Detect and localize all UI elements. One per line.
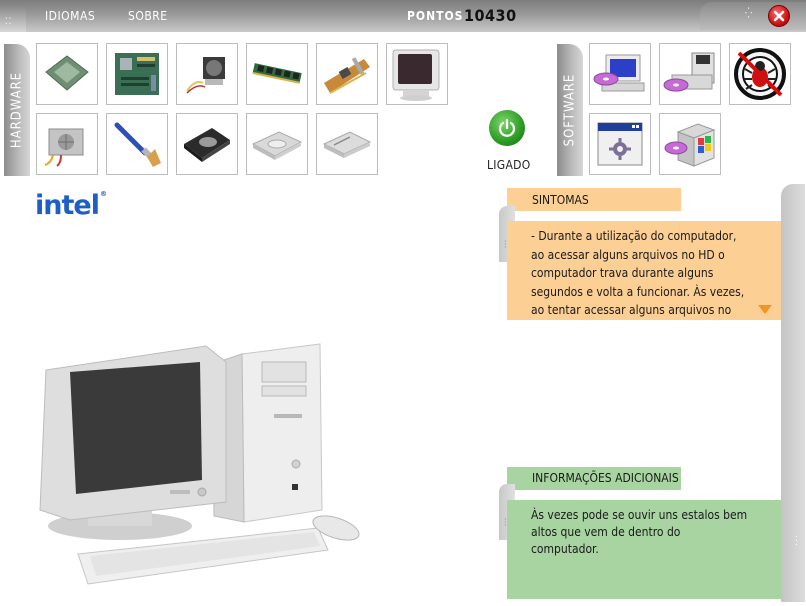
software-box-icon (664, 123, 716, 167)
menu-about[interactable]: SOBRE (128, 9, 168, 23)
power-supply-icon (44, 128, 84, 167)
software-item-box[interactable] (659, 113, 721, 175)
panel-scroll-rail[interactable]: · · · (781, 184, 805, 602)
software-item-antivirus[interactable] (729, 43, 791, 105)
hardware-item-motherboard[interactable] (106, 43, 168, 105)
monitor-button (197, 487, 207, 497)
tower-floppy-slot (274, 414, 302, 418)
menu-languages[interactable]: IDIOMAS (45, 9, 95, 23)
top-bar-left-cap (0, 6, 26, 32)
close-button[interactable] (768, 5, 790, 27)
cleaning-brush-icon (114, 122, 161, 167)
top-bar: ⁚⁚ IDIOMAS SOBRE PONTOS 10430 ⁛ (0, 0, 806, 32)
cd-drive-icon (251, 131, 303, 160)
cpu-icon (45, 55, 89, 91)
desktop-computer-illustration (39, 343, 360, 585)
cooler-fan-icon (186, 57, 225, 94)
hardware-item-brush[interactable] (106, 113, 168, 175)
computer-cd-install-icon (593, 54, 645, 92)
symptoms-title: SINTOMAS (507, 188, 681, 211)
window-gear-icon (597, 122, 643, 166)
software-tab-label: SOFTWARE (562, 73, 578, 147)
hardware-tab-label: HARDWARE (9, 71, 25, 149)
additional-info-title: INFORMAÇÕES ADICIONAIS (507, 467, 681, 490)
pci-card-icon (324, 57, 370, 94)
power-icon (498, 118, 516, 137)
hard-disk-icon (184, 128, 230, 162)
software-tab[interactable]: SOFTWARE (557, 44, 583, 176)
floppy-drive-icon (322, 131, 372, 158)
close-icon (773, 10, 785, 22)
hardware-item-processor[interactable] (36, 43, 98, 105)
power-status-label: LIGADO (487, 158, 531, 172)
monitor-screen (70, 362, 202, 494)
hardware-item-expansion-card[interactable] (316, 43, 378, 105)
tower-power-button (291, 459, 301, 469)
hardware-item-hard-disk[interactable] (176, 113, 238, 175)
motherboard-icon (115, 53, 159, 95)
intel-logo: intel® (35, 190, 107, 221)
software-item-install[interactable] (589, 43, 651, 105)
floppy-backup-icon (663, 52, 715, 92)
score-label: PONTOS (407, 9, 464, 23)
sparkle-icon: ⁛ (745, 8, 753, 19)
software-item-backup[interactable] (659, 43, 721, 105)
hardware-item-optical-drive[interactable] (246, 113, 308, 175)
hardware-item-memory[interactable] (246, 43, 308, 105)
virus-scan-icon (734, 48, 786, 100)
hardware-tab[interactable]: HARDWARE (4, 44, 30, 176)
hardware-item-cpu-cooler[interactable] (176, 43, 238, 105)
hardware-item-monitor[interactable] (386, 43, 448, 105)
monitor-controls (170, 490, 190, 494)
power-button[interactable] (489, 110, 525, 146)
hardware-item-floppy-drive[interactable] (316, 113, 378, 175)
hardware-item-power-supply[interactable] (36, 113, 98, 175)
score-value: 10430 (464, 6, 517, 25)
tower-led (292, 484, 298, 490)
software-item-settings[interactable] (589, 113, 651, 175)
registered-mark-icon: ® (99, 190, 107, 198)
symptoms-text: - Durante a utilização do computador, ao… (507, 221, 781, 320)
tower-drive-bay-2 (261, 385, 307, 397)
intel-logo-text: intel (35, 190, 100, 221)
grip-dots-icon: ⁚⁚ (5, 17, 13, 27)
scroll-down-arrow-icon[interactable] (758, 305, 772, 314)
tower-drive-bay-1 (261, 361, 307, 383)
additional-info-text: Às vezes pode se ouvir uns estalos bem a… (507, 500, 781, 599)
crt-monitor-icon (392, 49, 440, 101)
rail-grip-icon: · · · (795, 532, 798, 551)
top-bar-right-cap (700, 2, 806, 30)
ram-icon (252, 63, 302, 84)
